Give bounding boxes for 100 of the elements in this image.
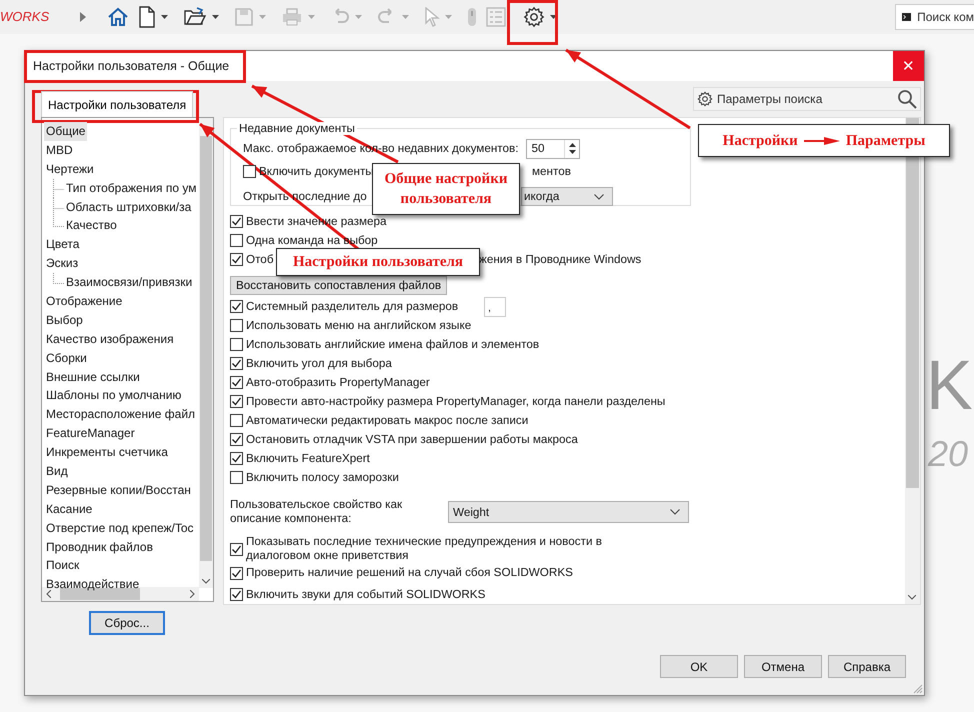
gear-icon: [697, 91, 713, 107]
checkbox[interactable]: [230, 542, 243, 556]
tree-item[interactable]: Выбор: [44, 310, 85, 330]
field-label: Пользовательское свойство как описание компонента:: [230, 498, 404, 526]
number-spinner[interactable]: 50: [526, 138, 580, 158]
reset-button[interactable]: Сброс...: [89, 611, 165, 635]
checkbox-label: Показывать последние технические предупреждения и новости в диалоговом окне приветствия: [246, 535, 603, 563]
checkbox[interactable]: [230, 452, 243, 465]
checkbox-label: Включить полосу заморозки: [246, 470, 399, 484]
checkbox-label: Авто-отобразить PropertyManager: [246, 376, 430, 390]
search-field[interactable]: Параметры поиска: [693, 87, 921, 111]
dialog-button[interactable]: Отмена: [744, 655, 822, 678]
dropdown[interactable]: Weight: [448, 501, 689, 523]
checkbox[interactable]: [230, 376, 243, 389]
tree-item[interactable]: Шаблоны по умолчанию: [44, 386, 184, 406]
window-title: Настройки пользователя - Общие: [32, 59, 230, 73]
checkbox-label: Использовать меню на английском языке: [246, 318, 472, 332]
down-arrow-icon[interactable]: [568, 150, 576, 154]
tree-item[interactable]: Область штриховки/за: [64, 198, 194, 216]
tree-item[interactable]: Проводник файлов: [44, 538, 155, 556]
caret-icon[interactable]: [212, 15, 220, 19]
tab[interactable]: Настройки пользователя: [41, 91, 194, 117]
checkbox[interactable]: [230, 319, 243, 332]
callout-text: Параметры: [846, 132, 926, 150]
scrollbar[interactable]: [199, 118, 213, 588]
checkbox[interactable]: [230, 357, 243, 370]
search-icon[interactable]: [897, 89, 917, 109]
caret-icon[interactable]: [550, 15, 558, 19]
terminal-icon: [902, 10, 912, 24]
checkbox-label: Остановить отладчик VSTA при завершении работы макроса: [246, 432, 578, 446]
resize-grip-icon[interactable]: [913, 684, 923, 694]
expand-icon[interactable]: [80, 12, 86, 22]
checkbox[interactable]: [230, 414, 243, 427]
tree-connector: [52, 273, 64, 284]
tree-item[interactable]: Чертежи: [44, 160, 96, 179]
scroll-right-icon[interactable]: [190, 590, 195, 598]
checkbox-label: Включить угол для выбора: [246, 356, 392, 370]
restore-button[interactable]: Восстановить сопоставления файлов: [230, 276, 448, 295]
checkbox[interactable]: [243, 165, 256, 178]
checkbox[interactable]: [230, 215, 243, 228]
tree-item[interactable]: Качество изображения: [44, 330, 176, 349]
up-arrow-icon[interactable]: [568, 143, 576, 147]
tree-item[interactable]: Общие: [44, 122, 88, 141]
tree-item[interactable]: Резервные копии/Восстан: [44, 480, 193, 500]
arrow-icon: [804, 136, 840, 144]
checkbox-label: жения в Проводнике Windows: [479, 253, 642, 266]
callout-text: Настройки пользователя: [292, 253, 464, 272]
tree-item[interactable]: Сборки: [44, 348, 89, 368]
tree-connector: [52, 178, 64, 198]
tree-item[interactable]: Вид: [44, 462, 70, 481]
splash-text: 20: [928, 436, 970, 472]
checkbox-label: ментов: [532, 165, 571, 178]
caret-icon[interactable]: [161, 15, 168, 19]
home-icon[interactable]: [107, 6, 130, 28]
field-label: Открыть последние до: [243, 190, 367, 203]
tree-item[interactable]: MBD: [44, 140, 75, 160]
tree-item[interactable]: Отображение: [44, 292, 124, 311]
checkbox[interactable]: [230, 300, 243, 313]
dialog-button[interactable]: OK: [660, 655, 738, 678]
command-search-field[interactable]: Поиск ком: [895, 4, 974, 30]
scroll-left-icon[interactable]: [46, 590, 51, 598]
separator-field[interactable]: ,: [484, 296, 506, 316]
new-document-icon[interactable]: [138, 6, 156, 28]
checkbox[interactable]: [230, 566, 243, 580]
checkbox[interactable]: [230, 433, 243, 446]
dialog-button[interactable]: Справка: [828, 655, 906, 678]
tree-item[interactable]: Поиск: [44, 556, 82, 576]
close-button[interactable]: ✕: [893, 51, 924, 81]
checkbox-label: Использовать английские имена файлов и элементов: [246, 338, 540, 352]
checkbox-label: Включить звуки для событий SOLIDWORKS: [246, 588, 486, 602]
callout-text: Настройки: [722, 132, 798, 150]
checkbox[interactable]: [230, 471, 243, 484]
tree-item[interactable]: Цвета: [44, 235, 82, 254]
checkbox-label: Системный разделитель для размеров: [246, 300, 458, 314]
tree-item[interactable]: FeatureManager: [44, 424, 137, 444]
scroll-down-icon[interactable]: [202, 579, 210, 584]
tree-item[interactable]: Инкременты счетчика: [44, 443, 170, 462]
scroll-down-icon[interactable]: [908, 595, 916, 600]
tree-item[interactable]: Взаимосвязи/привязки: [64, 273, 194, 292]
checkbox[interactable]: [230, 395, 243, 408]
chevron-down-icon: [594, 194, 604, 200]
settings-icon[interactable]: [523, 6, 546, 28]
checkbox[interactable]: [230, 253, 243, 266]
callout-text: Общие настройки пользователя: [383, 170, 508, 209]
tree-item[interactable]: Месторасположение файл: [44, 405, 198, 424]
checkbox[interactable]: [230, 234, 243, 247]
splash-text: K: [926, 350, 973, 420]
tree-item[interactable]: Эскиз: [44, 254, 80, 274]
tree-item[interactable]: Тип отображения по ум: [64, 178, 198, 198]
tree-item[interactable]: Отверстие под крепеж/Toc: [44, 518, 196, 538]
checkbox[interactable]: [230, 338, 243, 351]
tree-item[interactable]: Качество: [64, 216, 119, 236]
checkbox-label: Автоматически редактировать макрос после записи: [246, 414, 528, 428]
checkbox-label: Включить FeatureXpert: [246, 452, 370, 466]
tree-item[interactable]: Взаимодействие: [44, 575, 142, 594]
dropdown[interactable]: икогда: [521, 187, 613, 206]
checkbox-label: Проверить наличие решений на случай сбоя SOLIDWORKS: [246, 566, 573, 580]
checkbox[interactable]: [230, 588, 243, 601]
tree-item[interactable]: Внешние ссылки: [44, 368, 142, 386]
tree-item[interactable]: Касание: [44, 500, 94, 519]
